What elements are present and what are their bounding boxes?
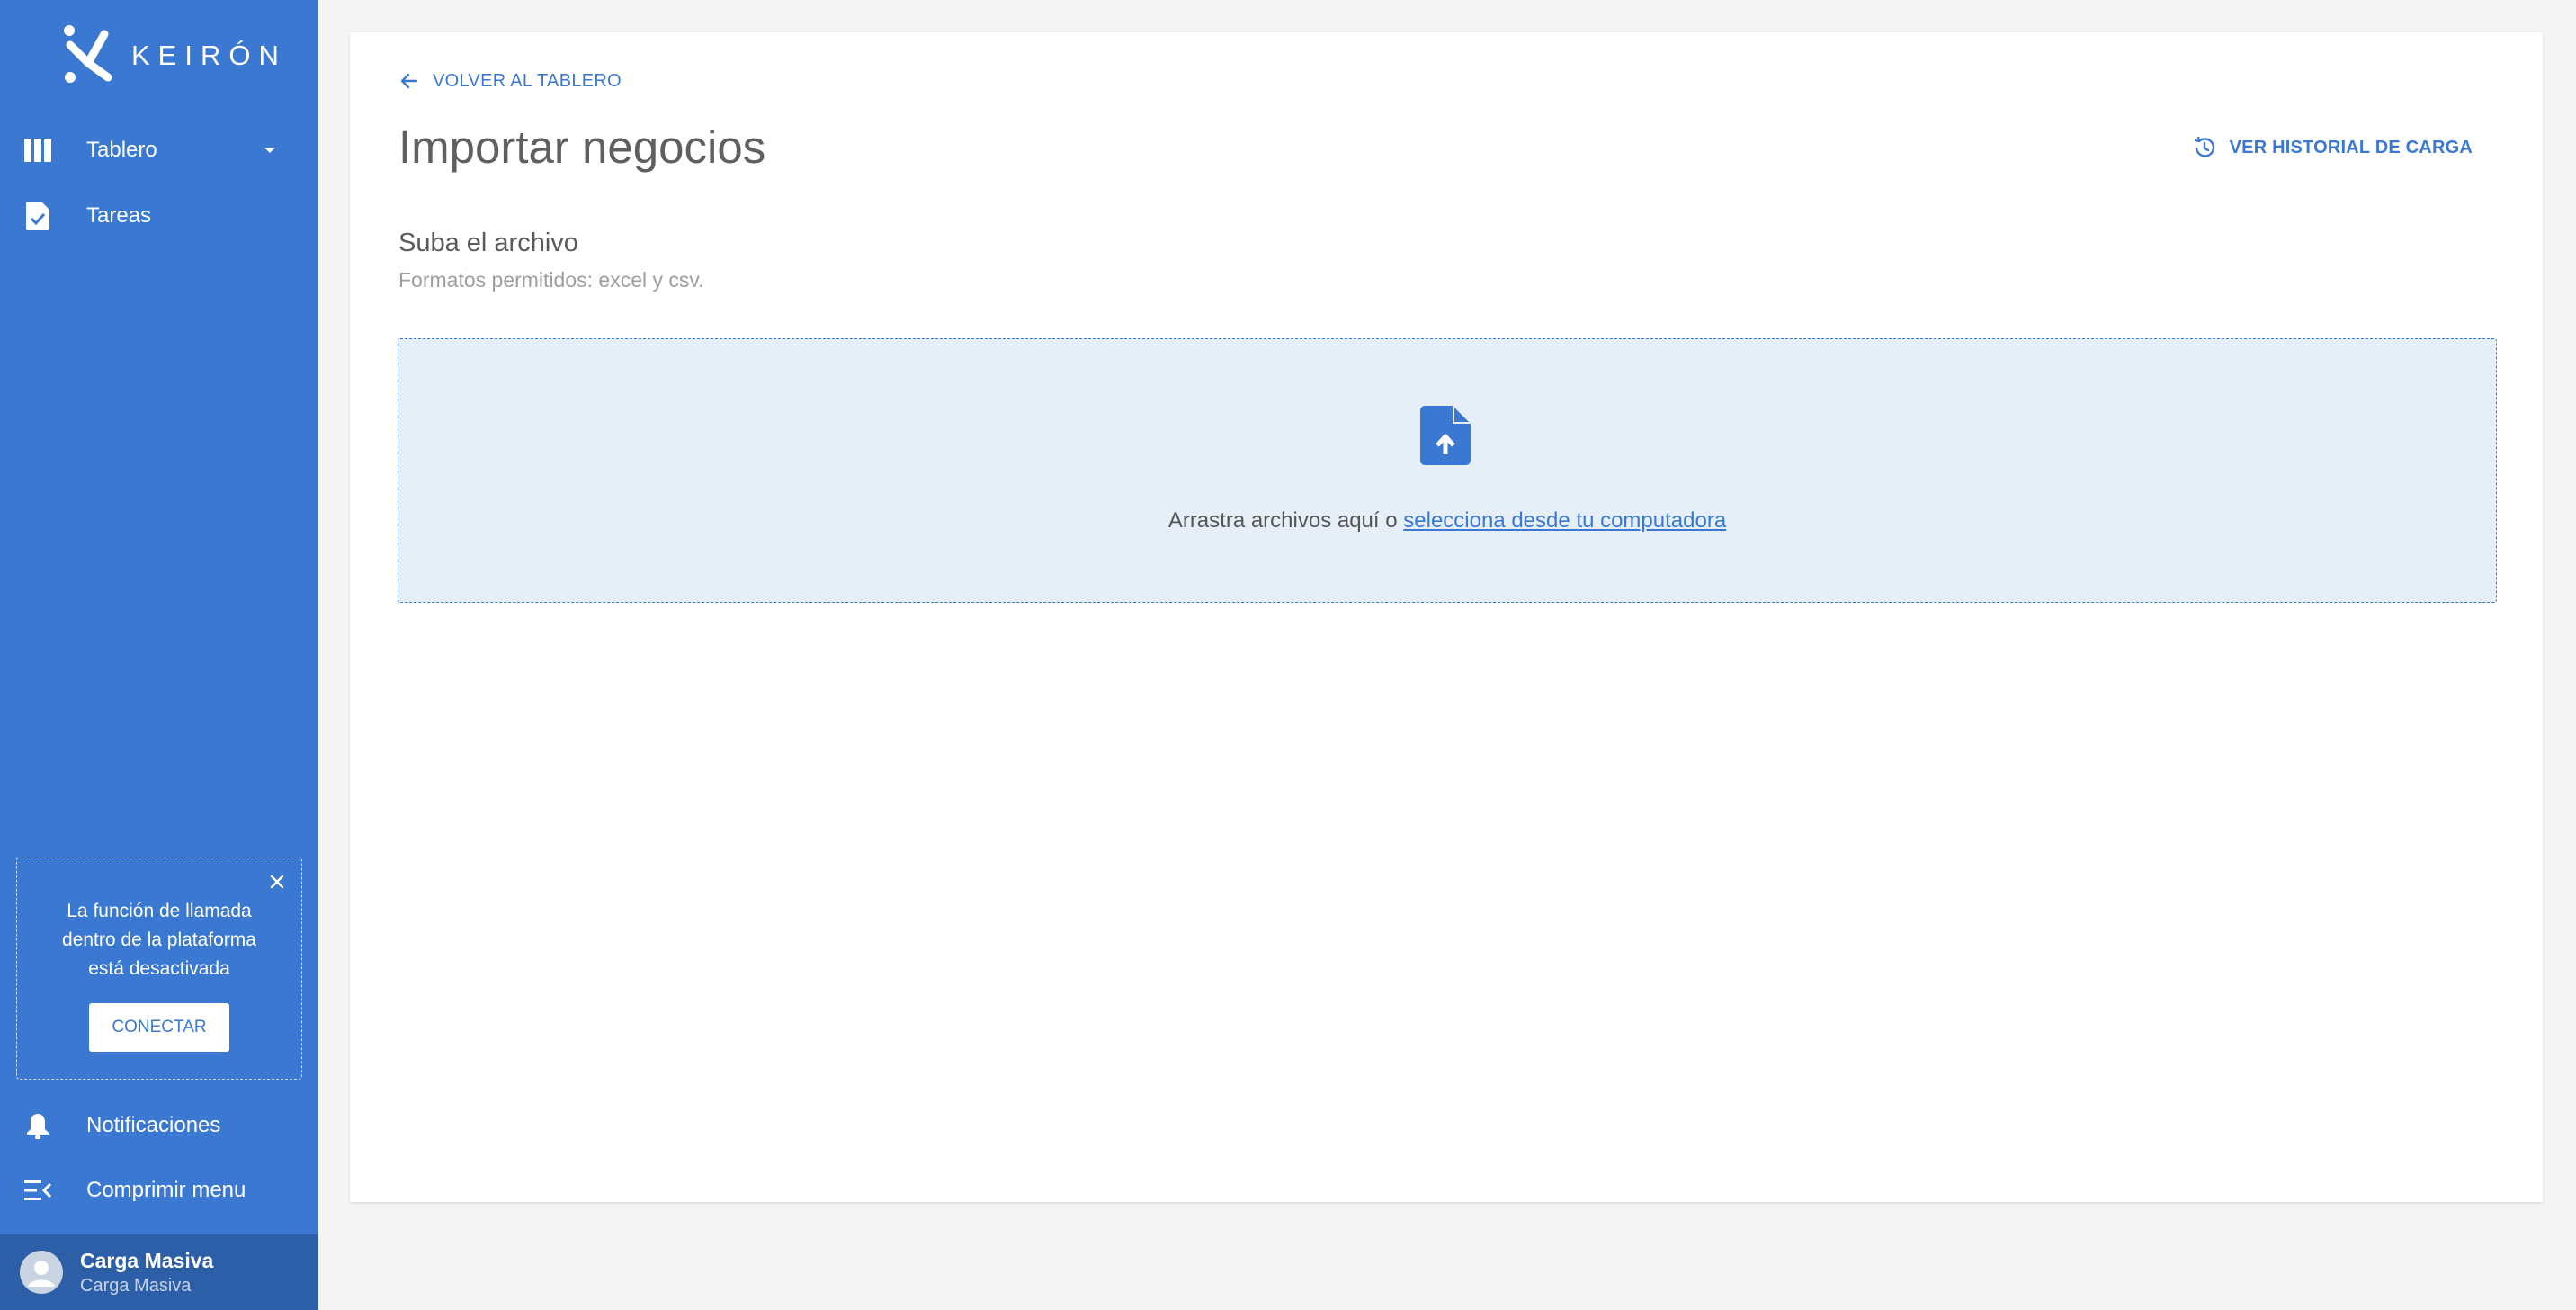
user-avatar-icon bbox=[28, 1261, 55, 1287]
page-title: Importar negocios bbox=[398, 121, 766, 173]
sidebar-item-label: Comprimir menu bbox=[86, 1178, 246, 1202]
sidebar-item-label: Tablero bbox=[86, 138, 157, 162]
connect-button[interactable]: CONECTAR bbox=[89, 1003, 229, 1052]
brand-name: KEIRÓN bbox=[131, 40, 287, 71]
sidebar-item-tareas[interactable]: Tareas bbox=[0, 184, 318, 248]
upload-formats-hint: Formatos permitidos: excel y csv. bbox=[398, 268, 704, 292]
avatar bbox=[20, 1251, 63, 1294]
upload-history-button[interactable]: VER HISTORIAL DE CARGA bbox=[2192, 135, 2473, 160]
file-dropzone[interactable]: Arrastra archivos aquí o selecciona desd… bbox=[398, 338, 2497, 603]
sidebar-item-notificaciones[interactable]: Notificaciones bbox=[0, 1093, 318, 1158]
back-to-board-link[interactable]: VOLVER AL TABLERO bbox=[398, 70, 622, 92]
keiron-logo-icon bbox=[64, 25, 112, 83]
call-notice-text: La función de llamada dentro de la plata… bbox=[62, 901, 256, 979]
select-file-link[interactable]: selecciona desde tu computadora bbox=[1403, 508, 1726, 533]
upload-section-title: Suba el archivo bbox=[398, 229, 578, 257]
sidebar-item-label: Tareas bbox=[86, 203, 152, 228]
task-file-check-icon bbox=[23, 202, 52, 230]
user-name: Carga Masiva bbox=[80, 1249, 214, 1272]
board-columns-icon bbox=[23, 136, 52, 165]
sidebar: KEIRÓN Tablero Tareas La función de llam bbox=[0, 0, 318, 1310]
sidebar-item-tablero[interactable]: Tablero bbox=[0, 118, 318, 183]
arrow-left-icon bbox=[400, 73, 418, 89]
file-upload-icon bbox=[1420, 406, 1471, 465]
import-card: VOLVER AL TABLERO Importar negocios VER … bbox=[350, 32, 2543, 1202]
brand-logo[interactable]: KEIRÓN bbox=[61, 23, 287, 88]
dropzone-instruction: Arrastra archivos aquí o bbox=[1167, 508, 1398, 533]
sidebar-item-label: Notificaciones bbox=[86, 1113, 221, 1137]
user-role: Carga Masiva bbox=[80, 1276, 192, 1296]
sidebar-item-comprimir-menu[interactable]: Comprimir menu bbox=[0, 1158, 318, 1223]
bell-icon bbox=[23, 1111, 52, 1140]
history-label: VER HISTORIAL DE CARGA bbox=[2229, 137, 2473, 157]
back-link-label: VOLVER AL TABLERO bbox=[433, 70, 622, 91]
close-icon[interactable] bbox=[267, 872, 287, 892]
caret-down-icon bbox=[264, 148, 275, 153]
dropzone-text: Arrastra archivos aquí o selecciona desd… bbox=[398, 508, 2496, 534]
collapse-menu-icon bbox=[23, 1176, 52, 1205]
call-disabled-notice: La función de llamada dentro de la plata… bbox=[16, 857, 302, 1080]
history-icon bbox=[2194, 136, 2214, 157]
user-profile[interactable]: Carga Masiva Carga Masiva bbox=[0, 1234, 318, 1310]
